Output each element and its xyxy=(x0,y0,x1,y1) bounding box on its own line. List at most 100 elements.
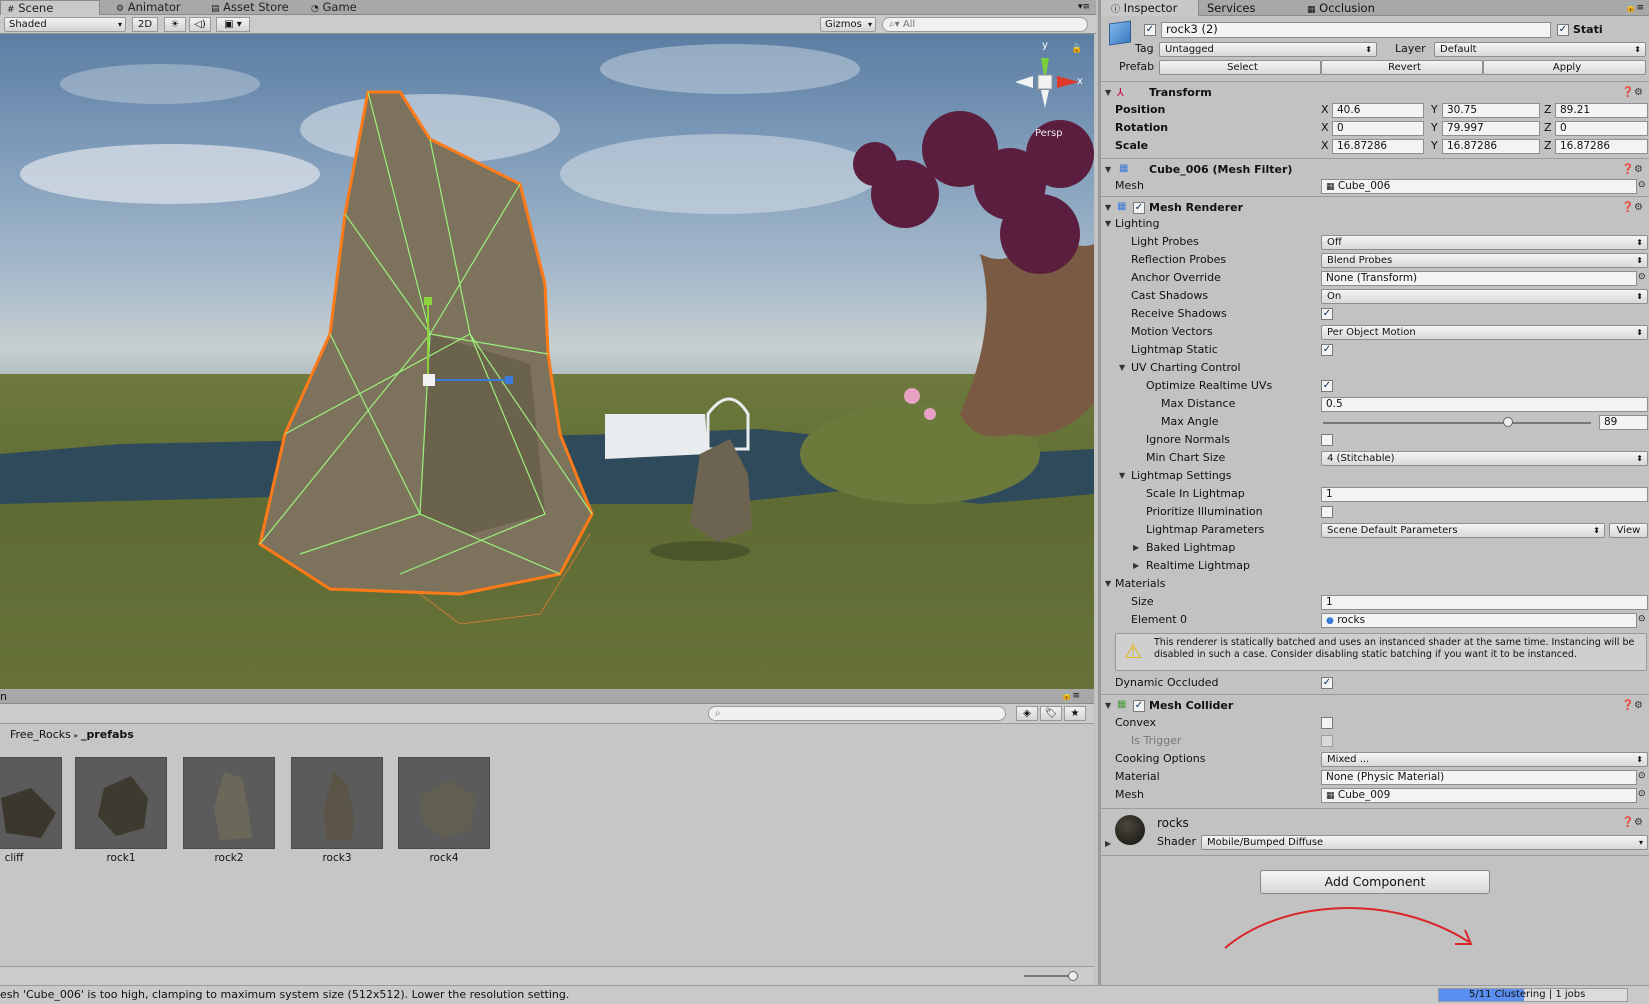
project-tab-label[interactable]: n xyxy=(0,689,7,704)
mesh-renderer-enabled-checkbox[interactable]: ✓ xyxy=(1133,202,1145,214)
asset-thumbnail-rock3[interactable] xyxy=(291,757,383,849)
lightmap-parameters-dropdown[interactable]: Scene Default Parameters ⬍ xyxy=(1321,523,1605,538)
favorite-star-icon[interactable]: ★ xyxy=(1064,706,1086,721)
convex-checkbox[interactable] xyxy=(1321,717,1333,729)
static-checkbox[interactable]: ✓ xyxy=(1557,24,1569,36)
scale-y-field[interactable]: 16.87286 xyxy=(1442,139,1540,154)
lighting-toggle-icon[interactable]: ☀ xyxy=(164,17,186,32)
add-component-button[interactable]: Add Component xyxy=(1260,870,1490,894)
tab-game[interactable]: ◔ Game xyxy=(305,0,375,15)
lock-icon[interactable]: 🔒≡ xyxy=(1061,689,1080,704)
asset-thumbnail-rock2[interactable] xyxy=(183,757,275,849)
tab-occlusion[interactable]: ▦ Occlusion xyxy=(1307,0,1375,18)
asset-thumbnail-rock4[interactable] xyxy=(398,757,490,849)
foldout-arrow-icon[interactable]: ▼ xyxy=(1105,215,1111,233)
foldout-arrow-icon[interactable]: ▼ xyxy=(1105,84,1111,102)
position-z-field[interactable]: 89.21 xyxy=(1555,103,1648,118)
scale-z-field[interactable]: 16.87286 xyxy=(1555,139,1648,154)
tab-asset-store[interactable]: ▤ Asset Store xyxy=(205,0,305,15)
prioritize-illumination-checkbox[interactable] xyxy=(1321,506,1333,518)
project-search-input[interactable]: ⌕ xyxy=(708,706,1006,721)
lock-icon[interactable]: 🔒 xyxy=(1071,44,1082,54)
breadcrumb-root[interactable]: Free_Rocks xyxy=(10,728,71,741)
foldout-arrow-icon[interactable]: ▼ xyxy=(1105,575,1111,593)
foldout-arrow-icon[interactable]: ▶ xyxy=(1133,539,1139,557)
lock-icon[interactable]: 🔒≡ xyxy=(1625,0,1644,16)
object-picker-icon[interactable]: ⊙ xyxy=(1638,614,1646,624)
max-angle-field[interactable]: 89 xyxy=(1599,415,1648,430)
foldout-arrow-icon[interactable]: ▼ xyxy=(1105,697,1111,715)
persp-label[interactable]: Persp xyxy=(1035,128,1063,139)
tab-inspector[interactable]: ⓘ Inspector xyxy=(1101,0,1199,16)
tag-dropdown[interactable]: Untagged ⬍ xyxy=(1159,42,1377,57)
element0-field[interactable]: ● rocks xyxy=(1321,613,1637,628)
foldout-arrow-icon[interactable]: ▼ xyxy=(1119,467,1125,485)
collider-material-field[interactable]: None (Physic Material) xyxy=(1321,770,1637,785)
component-help-icon[interactable]: ❓⚙ xyxy=(1622,161,1643,179)
status-message[interactable]: esh 'Cube_006' is too high, clamping to … xyxy=(0,986,569,1004)
materials-size-field[interactable]: 1 xyxy=(1321,595,1648,610)
materials-label[interactable]: Materials xyxy=(1115,575,1165,593)
position-y-field[interactable]: 30.75 xyxy=(1442,103,1540,118)
tab-services[interactable]: Services xyxy=(1207,0,1256,16)
gizmos-dropdown[interactable]: Gizmos ▾ xyxy=(820,17,876,32)
foldout-arrow-icon[interactable]: ▼ xyxy=(1105,161,1111,179)
slider-handle[interactable] xyxy=(1502,417,1513,427)
light-probes-dropdown[interactable]: Off ⬍ xyxy=(1321,235,1648,250)
shader-dropdown[interactable]: Mobile/Bumped Diffuse ▾ xyxy=(1201,835,1648,850)
material-name[interactable]: rocks xyxy=(1157,814,1189,832)
rotation-z-field[interactable]: 0 xyxy=(1555,121,1648,136)
foldout-arrow-icon[interactable]: ▼ xyxy=(1119,359,1125,377)
active-checkbox[interactable]: ✓ xyxy=(1144,24,1156,36)
max-angle-slider[interactable] xyxy=(1323,417,1591,427)
mesh-filter-title[interactable]: Cube_006 (Mesh Filter) xyxy=(1149,161,1292,179)
scene-search-input[interactable]: ⌕▾ All xyxy=(882,17,1088,32)
object-name-field[interactable]: rock3 (2) xyxy=(1161,22,1551,38)
thumbnail-size-slider[interactable] xyxy=(1024,971,1078,981)
prefab-revert-button[interactable]: Revert xyxy=(1321,60,1483,75)
anchor-override-field[interactable]: None (Transform) xyxy=(1321,271,1637,286)
effects-toggle-icon[interactable]: ▣ ▾ xyxy=(216,17,250,32)
scale-in-lightmap-field[interactable]: 1 xyxy=(1321,487,1648,502)
mesh-collider-title[interactable]: Mesh Collider xyxy=(1149,697,1233,715)
cast-shadows-dropdown[interactable]: On ⬍ xyxy=(1321,289,1648,304)
toggle-2d-button[interactable]: 2D xyxy=(132,17,158,32)
scale-x-field[interactable]: 16.87286 xyxy=(1332,139,1424,154)
reflection-probes-dropdown[interactable]: Blend Probes ⬍ xyxy=(1321,253,1648,268)
rotation-y-field[interactable]: 79.997 xyxy=(1442,121,1540,136)
component-help-icon[interactable]: ❓⚙ xyxy=(1622,84,1643,102)
mesh-renderer-title[interactable]: Mesh Renderer xyxy=(1149,199,1243,217)
receive-shadows-checkbox[interactable]: ✓ xyxy=(1321,308,1333,320)
collider-mesh-field[interactable]: ▦ Cube_009 xyxy=(1321,788,1637,803)
lighting-label[interactable]: Lighting xyxy=(1115,215,1159,233)
foldout-arrow-icon[interactable]: ▶ xyxy=(1105,835,1111,853)
transform-title[interactable]: Transform xyxy=(1149,84,1212,102)
filter-by-label-icon[interactable]: 🏷 xyxy=(1040,706,1062,721)
filter-by-type-icon[interactable]: ◈ xyxy=(1016,706,1038,721)
progress-indicator[interactable]: 5/11 Clustering | 1 jobs xyxy=(1438,988,1628,1002)
panel-menu-icon[interactable]: ▾≡ xyxy=(1078,0,1090,15)
object-picker-icon[interactable]: ⊙ xyxy=(1638,789,1646,799)
component-help-icon[interactable]: ❓⚙ xyxy=(1622,814,1643,832)
breadcrumb-current[interactable]: _prefabs xyxy=(81,728,134,741)
position-x-field[interactable]: 40.6 xyxy=(1332,103,1424,118)
object-picker-icon[interactable]: ⊙ xyxy=(1638,180,1646,190)
motion-vectors-dropdown[interactable]: Per Object Motion ⬍ xyxy=(1321,325,1648,340)
prefab-apply-button[interactable]: Apply xyxy=(1483,60,1646,75)
rotation-x-field[interactable]: 0 xyxy=(1332,121,1424,136)
baked-lightmap-label[interactable]: Baked Lightmap xyxy=(1146,539,1235,557)
dynamic-occluded-checkbox[interactable]: ✓ xyxy=(1321,677,1333,689)
object-picker-icon[interactable]: ⊙ xyxy=(1638,272,1646,282)
audio-toggle-icon[interactable]: ◁) xyxy=(189,17,211,32)
component-help-icon[interactable]: ❓⚙ xyxy=(1622,697,1643,715)
view-button[interactable]: View xyxy=(1609,523,1648,538)
min-chart-size-dropdown[interactable]: 4 (Stitchable) ⬍ xyxy=(1321,451,1648,466)
mesh-collider-enabled-checkbox[interactable]: ✓ xyxy=(1133,700,1145,712)
asset-thumbnail-rock1[interactable] xyxy=(75,757,167,849)
asset-thumbnail-cliff[interactable] xyxy=(0,757,62,849)
component-help-icon[interactable]: ❓⚙ xyxy=(1622,199,1643,217)
scene-viewport[interactable]: y x 🔒 Persp xyxy=(0,34,1094,689)
layer-dropdown[interactable]: Default ⬍ xyxy=(1434,42,1646,57)
uv-charting-label[interactable]: UV Charting Control xyxy=(1131,359,1241,377)
tab-animator[interactable]: ⚙ Animator xyxy=(110,0,200,15)
